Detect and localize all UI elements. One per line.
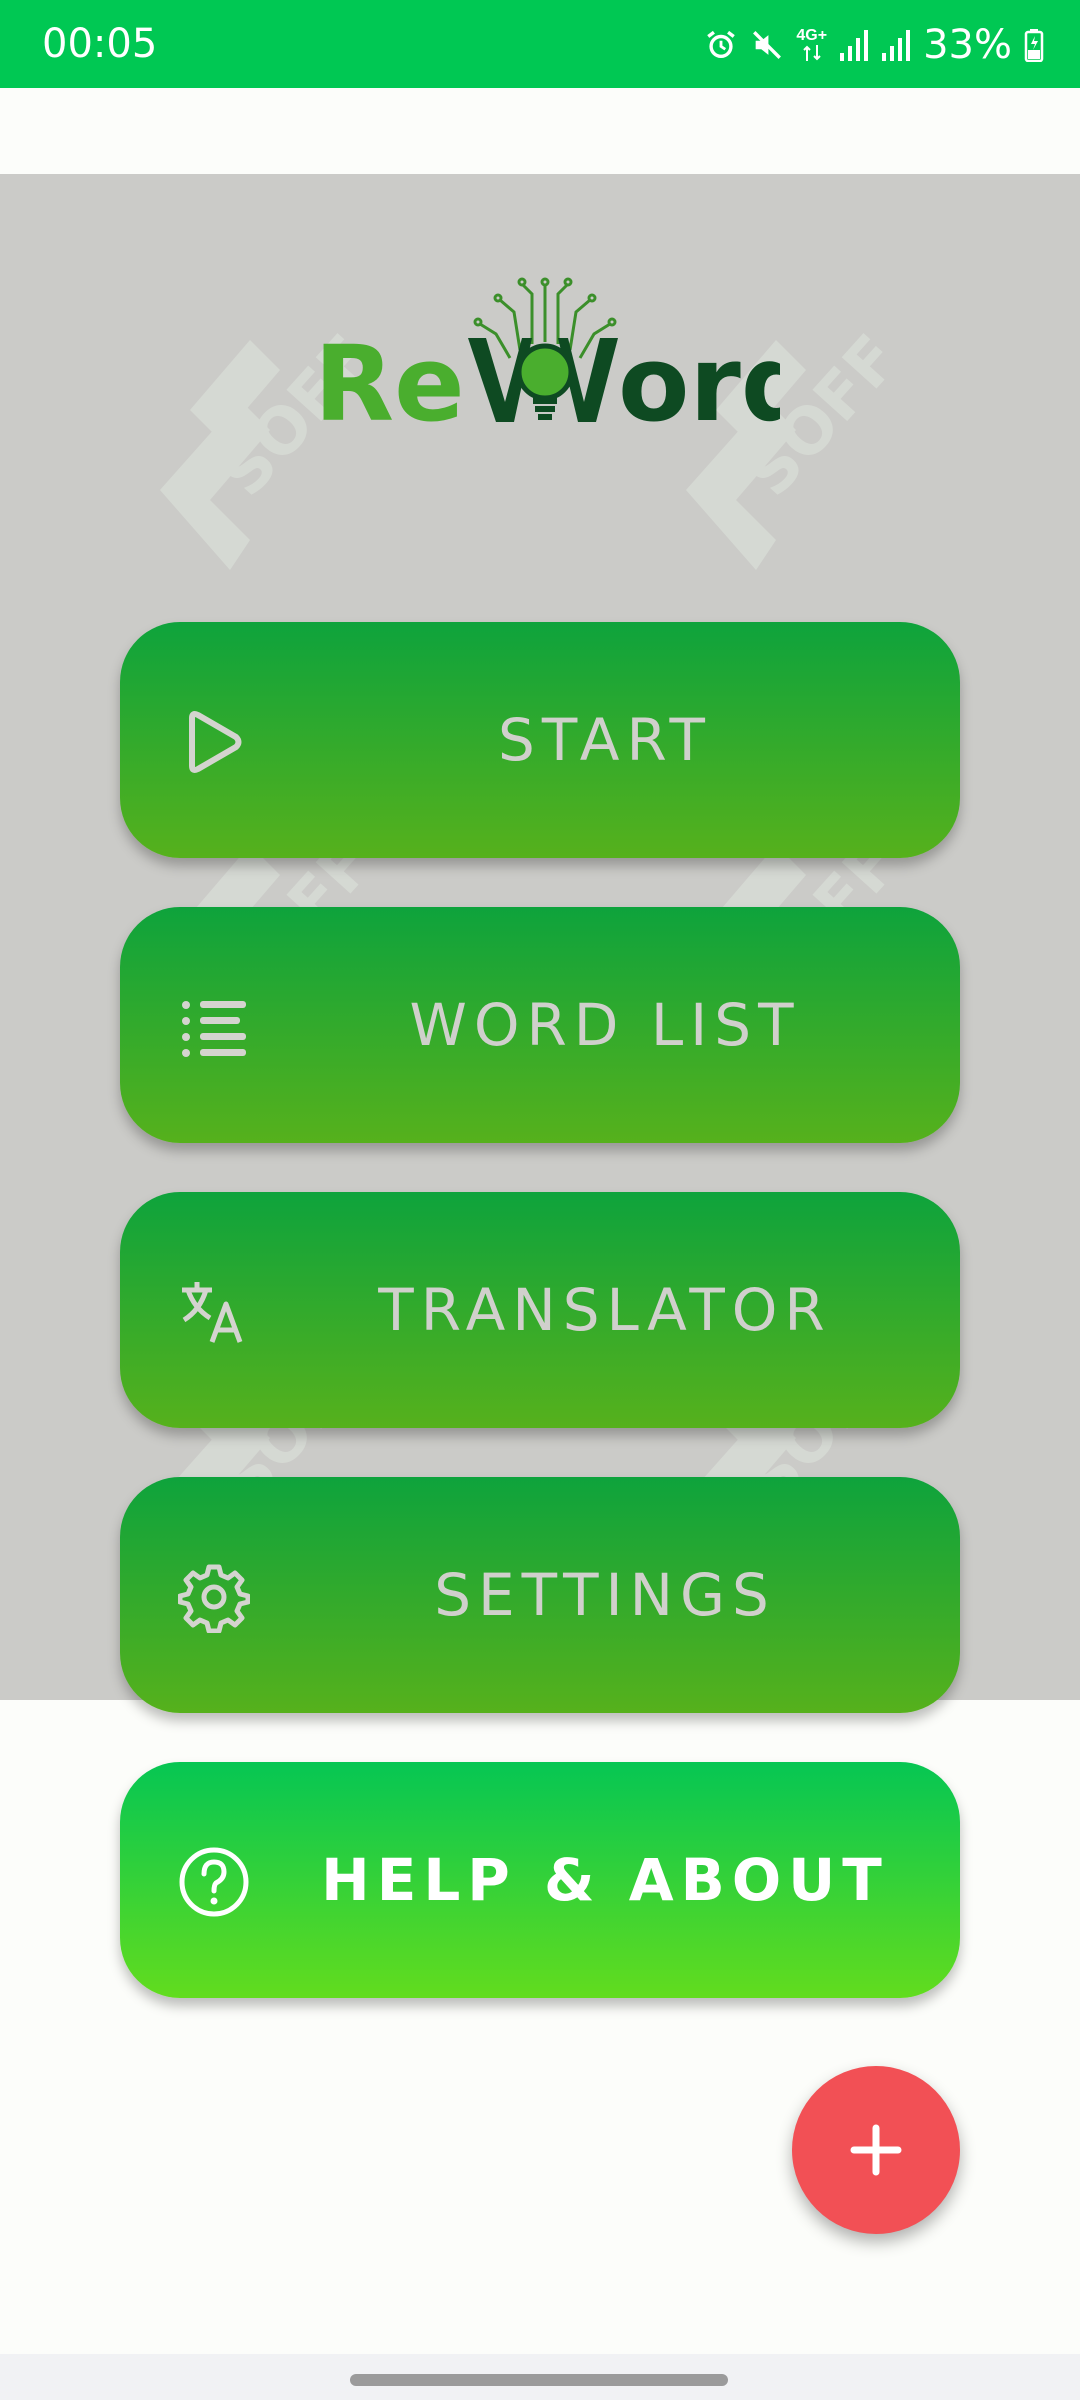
battery-icon (1024, 29, 1044, 62)
plus-icon (850, 2124, 902, 2176)
signal-icon (840, 30, 869, 61)
mute-icon (753, 31, 782, 59)
settings-button[interactable]: SETTINGS (120, 1477, 960, 1713)
navigation-bar (0, 2354, 1080, 2400)
help-icon (179, 1847, 249, 1917)
help-about-button[interactable]: HELP & ABOUT (120, 1762, 960, 1998)
help-about-label: HELP & ABOUT (321, 1846, 889, 1914)
status-bar: 00:05 4G+ 33% (0, 0, 1080, 88)
translator-button[interactable]: TRANSLATOR (120, 1192, 960, 1428)
gear-icon (178, 1564, 250, 1633)
alarm-icon (707, 30, 736, 59)
app-logo: Re ord (314, 277, 780, 442)
list-icon (182, 1001, 246, 1057)
translate-icon (182, 1282, 243, 1343)
word-list-label: WORD LIST (409, 991, 801, 1059)
start-button[interactable]: START (120, 622, 960, 858)
settings-label: SETTINGS (434, 1561, 776, 1629)
svg-text:ord: ord (618, 323, 780, 442)
status-icons: 4G+ 33% (704, 22, 1044, 68)
network-icon: 4G+ (796, 28, 827, 62)
battery-percentage: 33% (923, 22, 1012, 68)
svg-text:Re: Re (314, 323, 465, 442)
word-list-button[interactable]: WORD LIST (120, 907, 960, 1143)
add-fab[interactable] (792, 2066, 960, 2234)
home-gesture-handle[interactable] (350, 2374, 728, 2386)
translator-label: TRANSLATOR (378, 1276, 832, 1344)
network-type: 4G+ (796, 27, 828, 44)
status-time: 00:05 (42, 21, 158, 67)
play-icon (189, 711, 242, 773)
signal-icon (882, 30, 911, 61)
start-label: START (498, 706, 712, 774)
